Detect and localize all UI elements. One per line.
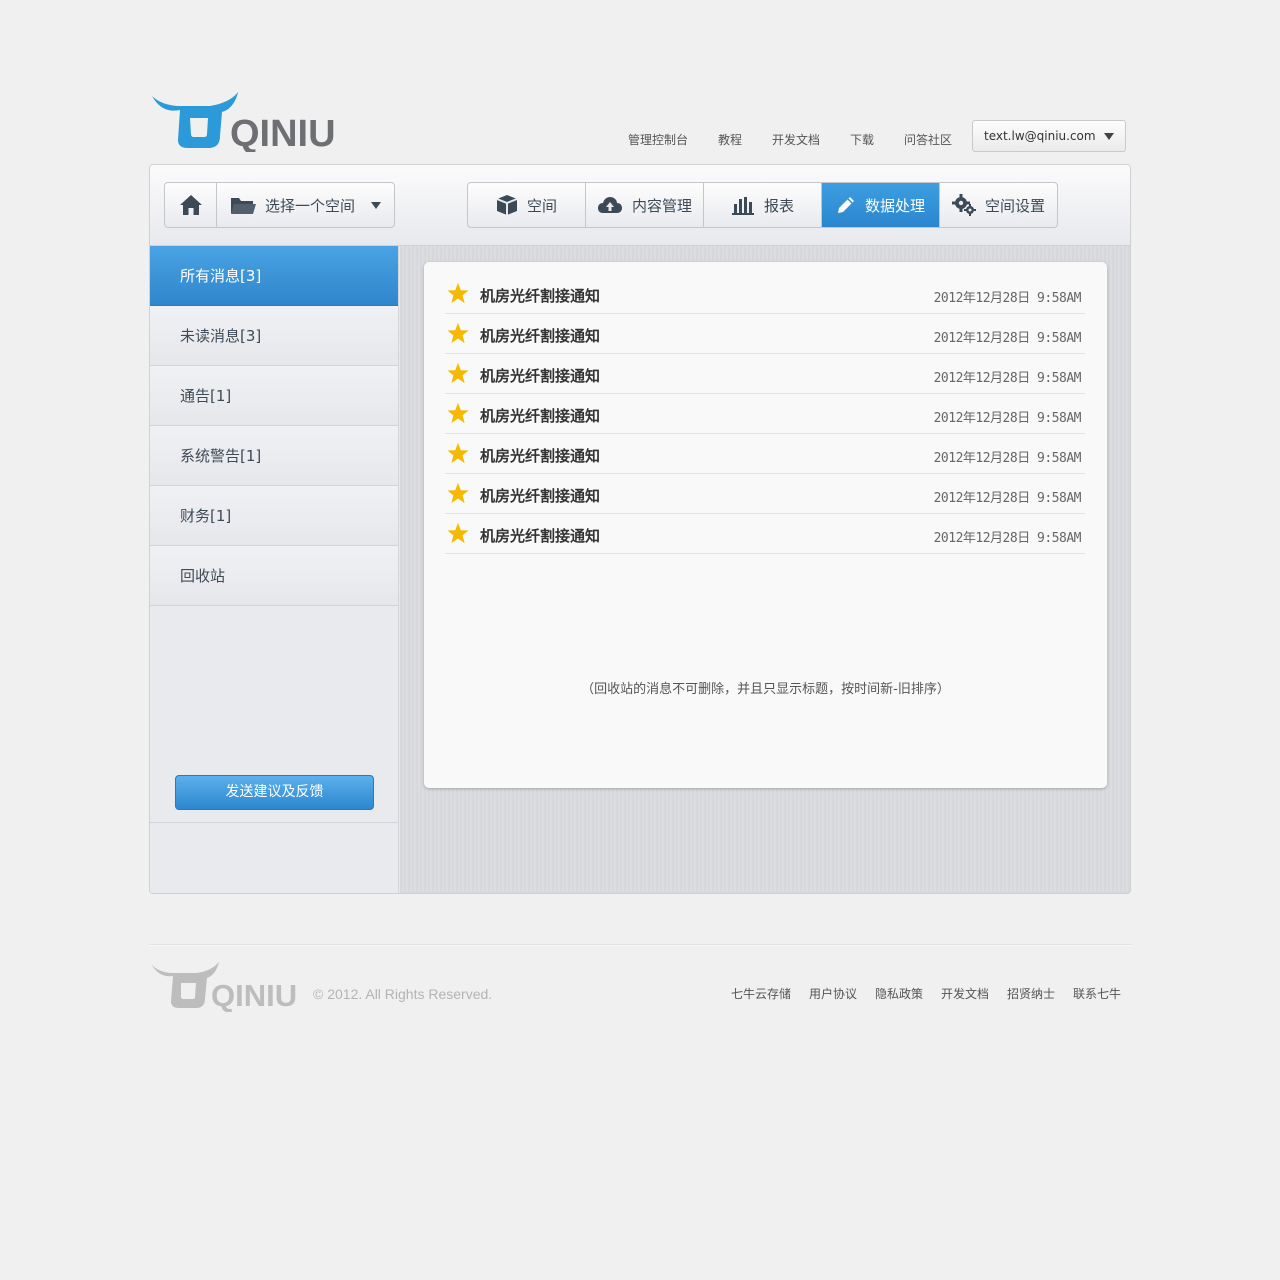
top-nav-console[interactable]: 管理控制台 [628, 131, 688, 148]
message-title[interactable]: 机房光纤割接通知 [480, 285, 600, 306]
message-sidebar: 所有消息[3] 未读消息[3] 通告[1] 系统警告[1] 财务[1] 回收站 … [150, 246, 399, 893]
space-select-label: 选择一个空间 [264, 196, 355, 215]
message-row[interactable]: 机房光纤割接通知 2012年12月28日 9:58AM [445, 514, 1085, 554]
top-nav-download[interactable]: 下载 [850, 131, 874, 148]
svg-text:QINIU: QINIU [211, 978, 297, 1012]
message-title[interactable]: 机房光纤割接通知 [480, 405, 600, 426]
sidebar-item-unread[interactable]: 未读消息[3] [150, 306, 398, 366]
star-icon[interactable] [447, 402, 469, 424]
footer-divider [150, 944, 1132, 945]
recycle-bin-note: （回收站的消息不可删除，并且只显示标题，按时间新-旧排序） [581, 682, 950, 697]
sidebar-item-recycle-bin[interactable]: 回收站 [150, 546, 398, 606]
message-time: 2012年12月28日 9:58AM [933, 531, 1082, 546]
message-row[interactable]: 机房光纤割接通知 2012年12月28日 9:58AM [445, 474, 1085, 514]
message-title[interactable]: 机房光纤割接通知 [480, 325, 600, 346]
message-title[interactable]: 机房光纤割接通知 [480, 445, 600, 466]
tab-space[interactable]: 空间 [468, 183, 586, 227]
star-icon[interactable] [447, 322, 469, 344]
message-time: 2012年12月28日 9:58AM [933, 451, 1082, 466]
message-time: 2012年12月28日 9:58AM [933, 291, 1082, 306]
sidebar-item-all-messages[interactable]: 所有消息[3] [150, 246, 398, 306]
star-icon[interactable] [447, 442, 469, 464]
message-row[interactable]: 机房光纤割接通知 2012年12月28日 9:58AM [445, 274, 1085, 314]
caret-down-icon [371, 201, 381, 209]
message-row[interactable]: 机房光纤割接通知 2012年12月28日 9:58AM [445, 354, 1085, 394]
folder-open-icon [230, 195, 256, 215]
footer-link-qiniu-storage[interactable]: 七牛云存储 [731, 985, 791, 1002]
box-icon [496, 194, 518, 216]
top-nav-tutorial[interactable]: 教程 [718, 131, 742, 148]
footer-link-dev-docs[interactable]: 开发文档 [941, 985, 989, 1002]
tab-reports-label: 报表 [763, 196, 794, 215]
message-time: 2012年12月28日 9:58AM [933, 411, 1082, 426]
home-icon [179, 195, 202, 215]
space-select-dropdown[interactable]: 选择一个空间 [217, 183, 394, 227]
sidebar-item-system-warnings[interactable]: 系统警告[1] [150, 426, 398, 486]
svg-text:QINIU: QINIU [230, 113, 336, 152]
footer-link-privacy-policy[interactable]: 隐私政策 [875, 985, 923, 1002]
tab-data-processing[interactable]: 数据处理 [822, 183, 940, 227]
footer-link-careers[interactable]: 招贤纳士 [1007, 985, 1055, 1002]
feedback-section: 发送建议及反馈 [150, 757, 399, 823]
content-area: 机房光纤割接通知 2012年12月28日 9:58AM 机房光纤割接通知 201… [400, 246, 1130, 893]
caret-down-icon [1104, 133, 1114, 140]
main-panel: 选择一个空间 空间 内容管理 报表 数据处理 空间设置 所有消息[3] 未读消息… [149, 164, 1131, 894]
top-nav-qa-community[interactable]: 问答社区 [904, 131, 952, 148]
message-row[interactable]: 机房光纤割接通知 2012年12月28日 9:58AM [445, 314, 1085, 354]
message-card: 机房光纤割接通知 2012年12月28日 9:58AM 机房光纤割接通知 201… [424, 262, 1107, 788]
qiniu-logo[interactable]: QINIU [150, 90, 340, 152]
tab-space-label: 空间 [526, 196, 557, 215]
space-selector-group: 选择一个空间 [164, 182, 395, 228]
message-time: 2012年12月28日 9:58AM [933, 371, 1082, 386]
tab-reports[interactable]: 报表 [704, 183, 822, 227]
send-feedback-button[interactable]: 发送建议及反馈 [175, 775, 374, 810]
message-time: 2012年12月28日 9:58AM [933, 331, 1082, 346]
message-title[interactable]: 机房光纤割接通知 [480, 485, 600, 506]
message-title[interactable]: 机房光纤割接通知 [480, 365, 600, 386]
cloud-upload-icon [597, 195, 623, 215]
tab-space-settings[interactable]: 空间设置 [940, 183, 1057, 227]
main-tabs: 空间 内容管理 报表 数据处理 空间设置 [467, 182, 1058, 228]
sidebar-item-finance[interactable]: 财务[1] [150, 486, 398, 546]
tab-content-management[interactable]: 内容管理 [586, 183, 704, 227]
sidebar-item-announcements[interactable]: 通告[1] [150, 366, 398, 426]
user-email: text.lw@qiniu.com [984, 129, 1096, 143]
pencil-icon [836, 195, 856, 215]
star-icon[interactable] [447, 282, 469, 304]
top-nav-dev-docs[interactable]: 开发文档 [772, 131, 820, 148]
footer-link-contact[interactable]: 联系七牛 [1073, 985, 1121, 1002]
footer-qiniu-logo: QINIU [151, 962, 297, 1012]
message-row[interactable]: 机房光纤割接通知 2012年12月28日 9:58AM [445, 394, 1085, 434]
footer-link-user-agreement[interactable]: 用户协议 [809, 985, 857, 1002]
home-button[interactable] [165, 183, 217, 227]
user-account-dropdown[interactable]: text.lw@qiniu.com [972, 120, 1126, 152]
copyright-text: © 2012. All Rights Reserved. [313, 986, 493, 1002]
tab-data-processing-label: 数据处理 [864, 196, 925, 215]
message-time: 2012年12月28日 9:58AM [933, 491, 1082, 506]
toolbar: 选择一个空间 空间 内容管理 报表 数据处理 空间设置 [150, 165, 1130, 246]
message-row[interactable]: 机房光纤割接通知 2012年12月28日 9:58AM [445, 434, 1085, 474]
gears-icon [951, 194, 976, 216]
star-icon[interactable] [447, 482, 469, 504]
star-icon[interactable] [447, 522, 469, 544]
message-title[interactable]: 机房光纤割接通知 [480, 525, 600, 546]
tab-content-management-label: 内容管理 [631, 196, 692, 215]
star-icon[interactable] [447, 362, 469, 384]
bar-chart-icon [731, 195, 755, 215]
tab-space-settings-label: 空间设置 [984, 196, 1045, 215]
message-list: 机房光纤割接通知 2012年12月28日 9:58AM 机房光纤割接通知 201… [445, 274, 1085, 554]
